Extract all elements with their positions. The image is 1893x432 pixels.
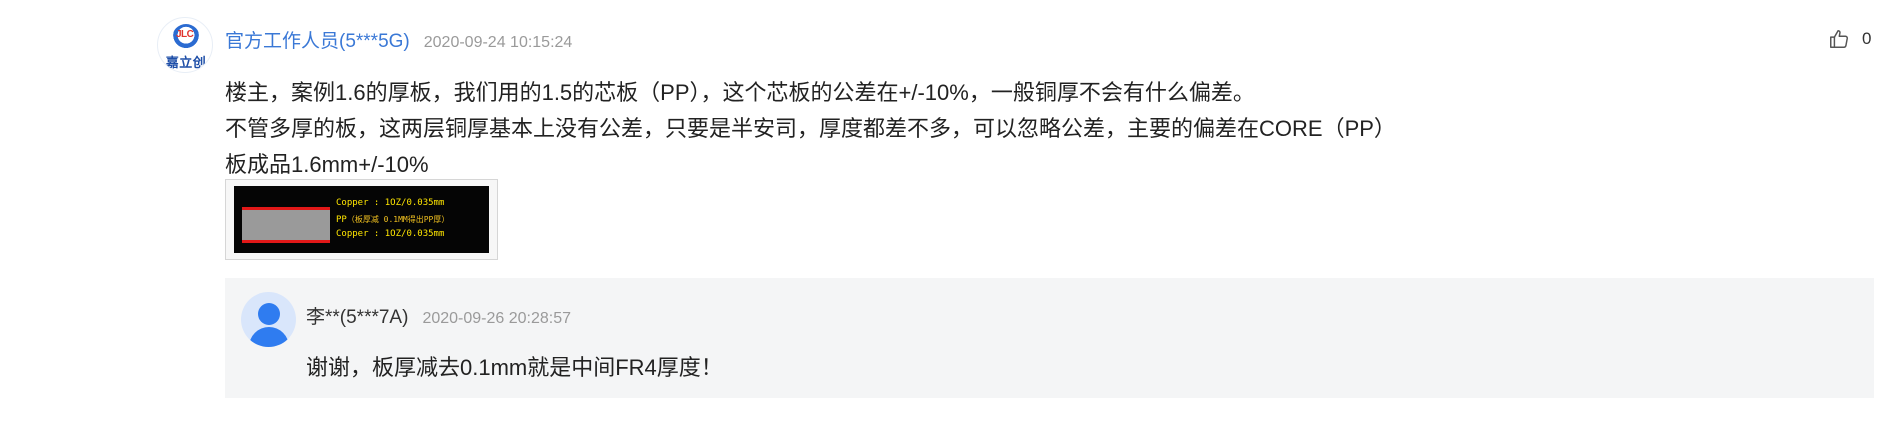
- like-button[interactable]: 0: [1828, 28, 1871, 50]
- logo-mark: JLC: [176, 29, 194, 40]
- stackup-diagram: Copper : 1OZ/0.035mm PP（板厚减 0.1MM得出PP厚） …: [234, 186, 489, 253]
- reply-header: 李**(5***7A) 2020-09-26 20:28:57: [306, 302, 571, 329]
- avatar[interactable]: JLC 嘉立创: [157, 17, 213, 73]
- comment-timestamp: 2020-09-24 10:15:24: [423, 34, 573, 51]
- comment-line: 楼主，案例1.6的厚板，我们用的1.5的芯板（PP），这个芯板的公差在+/-10…: [225, 80, 1255, 105]
- comment-header: 官方工作人员(5***5G) 2020-09-24 10:15:24: [225, 26, 572, 56]
- comment-line: 不管多厚的板，这两层铜厚基本上没有公差，只要是半安司，厚度都差不多，可以忽略公差…: [225, 116, 1396, 141]
- user-icon[interactable]: [241, 292, 296, 347]
- thumbs-up-icon: [1828, 28, 1850, 50]
- copper-top-label: Copper : 1OZ/0.035mm: [336, 198, 445, 208]
- pp-label-note: （板厚减 0.1MM得出PP厚）: [346, 215, 450, 224]
- board-stack-graphic: [242, 207, 330, 243]
- like-count: 0: [1862, 29, 1872, 48]
- comment-line: 板成品1.6mm+/-10%: [225, 152, 429, 177]
- comment-body: 楼主，案例1.6的厚板，我们用的1.5的芯板（PP），这个芯板的公差在+/-10…: [225, 75, 1396, 183]
- pp-label: PP（板厚减 0.1MM得出PP厚）: [336, 214, 449, 226]
- reply-body: 谢谢，板厚减去0.1mm就是中间FR4厚度！: [306, 355, 723, 380]
- reply-username[interactable]: 李**(5***7A): [306, 302, 408, 329]
- reply-item: 李**(5***7A) 2020-09-26 20:28:57 谢谢，板厚减去0…: [225, 278, 1874, 398]
- attachment-image[interactable]: Copper : 1OZ/0.035mm PP（板厚减 0.1MM得出PP厚） …: [225, 179, 498, 260]
- user-shoulders-shape: [249, 327, 289, 347]
- comment-item: JLC 嘉立创 官方工作人员(5***5G) 2020-09-24 10:15:…: [0, 0, 1893, 432]
- logo-text: 嘉立创: [165, 55, 207, 70]
- reply-timestamp: 2020-09-26 20:28:57: [422, 310, 572, 327]
- copper-bottom-label: Copper : 1OZ/0.035mm: [336, 229, 445, 239]
- user-head-shape: [258, 303, 280, 325]
- comment-username[interactable]: 官方工作人员(5***5G): [225, 26, 410, 53]
- pp-label-main: PP: [336, 215, 347, 225]
